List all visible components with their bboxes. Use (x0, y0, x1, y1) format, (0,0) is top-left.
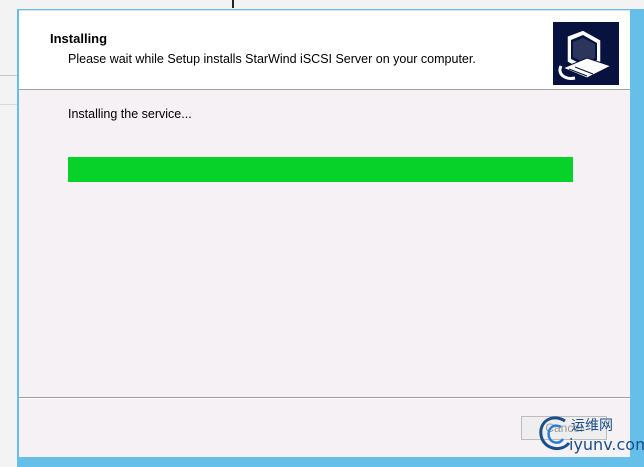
computer-install-graphic (558, 29, 613, 80)
computer-install-icon (553, 22, 619, 85)
background-window-left (0, 0, 17, 467)
setup-dialog: Installing Please wait while Setup insta… (19, 10, 630, 457)
background-separator (0, 104, 17, 105)
background-window-glyph (232, 0, 234, 8)
status-text: Installing the service... (68, 107, 192, 121)
background-window-top (0, 0, 644, 9)
dialog-header: Installing Please wait while Setup insta… (19, 10, 630, 90)
watermark-text-domain: iyunv.com (569, 435, 644, 454)
background-separator (0, 75, 17, 76)
page-title: Installing (50, 31, 108, 46)
header-top-line (19, 10, 630, 11)
page-subtitle: Please wait while Setup installs StarWin… (68, 52, 476, 66)
progress-bar (68, 157, 573, 182)
watermark: 运维网 iyunv.com (531, 413, 644, 459)
watermark-text-cn: 运维网 (571, 418, 613, 434)
footer-divider-highlight (19, 398, 630, 399)
progress-bar-fill (68, 157, 573, 182)
